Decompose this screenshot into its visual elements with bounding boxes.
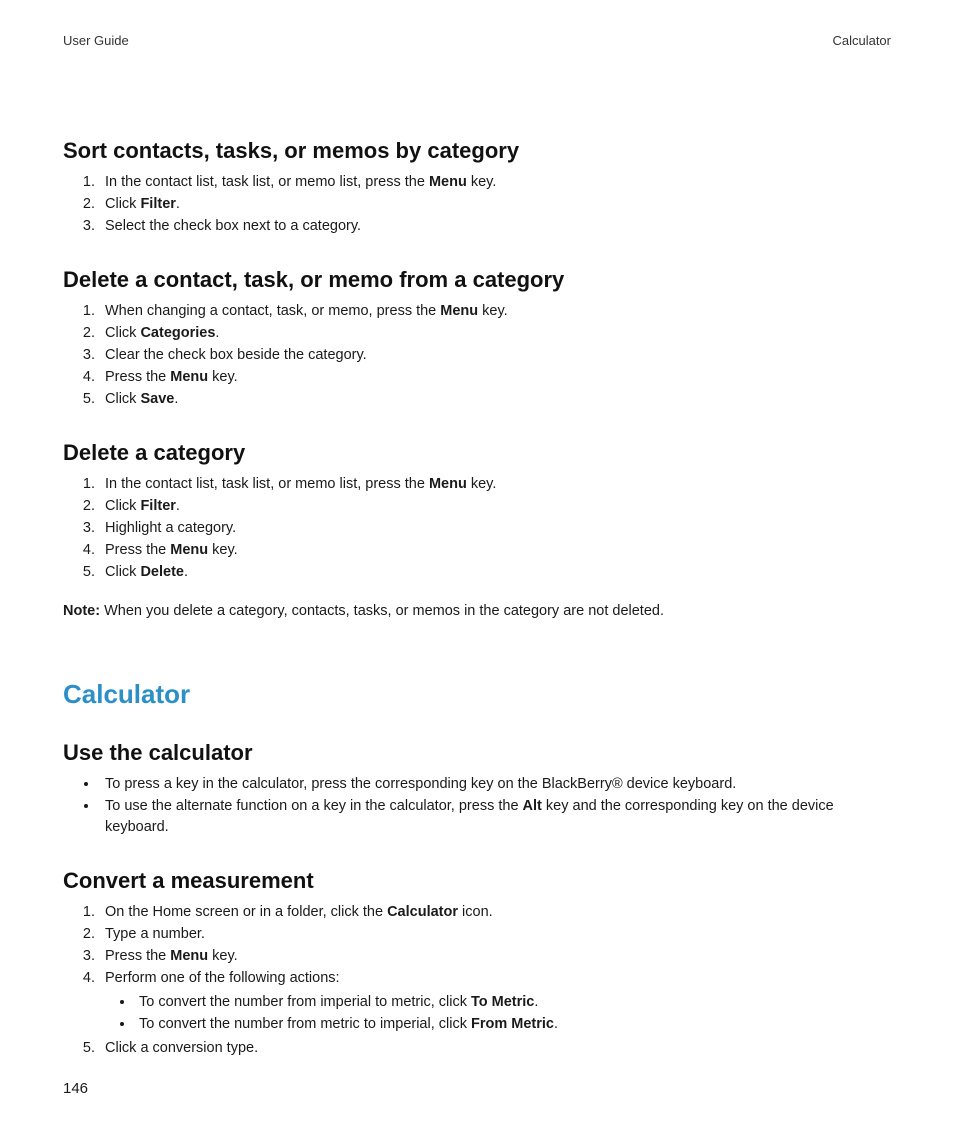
step-text: Select the check box next to a category. [105, 218, 361, 234]
note-delete-category: Note: When you delete a category, contac… [63, 603, 891, 619]
step-text: . [174, 391, 178, 407]
steps-delete-item: When changing a contact, task, or memo, … [63, 301, 891, 410]
step-item: In the contact list, task list, or memo … [99, 172, 891, 193]
step-bold: Delete [140, 564, 184, 580]
step-text: Type a number. [105, 926, 205, 942]
sub-text: To convert the number from imperial to m… [139, 994, 471, 1010]
step-item: Type a number. [99, 924, 891, 945]
sub-bullets-convert: To convert the number from imperial to m… [105, 992, 891, 1035]
step-text: key. [208, 948, 238, 964]
step-text: Press the [105, 542, 170, 558]
sub-bullet-item: To convert the number from imperial to m… [135, 992, 891, 1013]
step-text: Highlight a category. [105, 520, 236, 536]
step-text: Press the [105, 369, 170, 385]
step-bold: Save [140, 391, 174, 407]
step-text: key. [467, 174, 497, 190]
step-item: Highlight a category. [99, 518, 891, 539]
step-text: key. [208, 542, 238, 558]
header-left: User Guide [63, 33, 129, 48]
steps-sort: In the contact list, task list, or memo … [63, 172, 891, 237]
step-bold: Filter [140, 196, 175, 212]
step-bold: Menu [440, 303, 478, 319]
step-item: Click Save. [99, 389, 891, 410]
step-text: . [176, 498, 180, 514]
step-text: Click [105, 498, 140, 514]
section-title-use-calculator: Use the calculator [63, 740, 891, 766]
step-text: Perform one of the following actions: [105, 970, 340, 986]
step-text: . [184, 564, 188, 580]
step-text: When changing a contact, task, or memo, … [105, 303, 440, 319]
step-item: Click Categories. [99, 323, 891, 344]
section-title-convert: Convert a measurement [63, 868, 891, 894]
step-bold: Calculator [387, 904, 458, 920]
step-text: Click [105, 325, 140, 341]
step-text: icon. [458, 904, 493, 920]
steps-delete-category: In the contact list, task list, or memo … [63, 474, 891, 583]
step-bold: Menu [429, 476, 467, 492]
sub-text: To convert the number from metric to imp… [139, 1016, 471, 1032]
step-item: Click a conversion type. [99, 1038, 891, 1059]
step-item: Clear the check box beside the category. [99, 345, 891, 366]
bullet-item: To use the alternate function on a key i… [99, 796, 891, 838]
sub-bold: To Metric [471, 994, 534, 1010]
step-bold: Filter [140, 498, 175, 514]
step-bold: Categories [140, 325, 215, 341]
step-bold: Menu [170, 369, 208, 385]
major-title-calculator: Calculator [63, 679, 891, 710]
sub-text: . [534, 994, 538, 1010]
step-text: Click [105, 391, 140, 407]
step-item: Click Filter. [99, 194, 891, 215]
bullet-text: To press a key in the calculator, press … [105, 776, 736, 792]
note-text: When you delete a category, contacts, ta… [100, 603, 664, 619]
page-header: User Guide Calculator [63, 33, 891, 48]
sub-text: . [554, 1016, 558, 1032]
note-label: Note: [63, 603, 100, 619]
step-text: In the contact list, task list, or memo … [105, 174, 429, 190]
step-bold: Menu [170, 948, 208, 964]
page-number: 146 [63, 1080, 88, 1097]
bullets-use-calculator: To press a key in the calculator, press … [63, 774, 891, 838]
step-item: Press the Menu key. [99, 367, 891, 388]
step-text: key. [208, 369, 238, 385]
page-container: User Guide Calculator Sort contacts, tas… [0, 0, 954, 1145]
step-item: In the contact list, task list, or memo … [99, 474, 891, 495]
sub-bold: From Metric [471, 1016, 554, 1032]
step-item: Press the Menu key. [99, 540, 891, 561]
step-text: Click [105, 196, 140, 212]
step-text: Press the [105, 948, 170, 964]
step-item: Click Delete. [99, 562, 891, 583]
step-item: Select the check box next to a category. [99, 216, 891, 237]
section-title-delete-item: Delete a contact, task, or memo from a c… [63, 267, 891, 293]
step-text: . [215, 325, 219, 341]
bullet-bold: Alt [523, 798, 542, 814]
step-text: key. [467, 476, 497, 492]
step-text: Click a conversion type. [105, 1040, 258, 1056]
step-bold: Menu [429, 174, 467, 190]
step-text: Click [105, 564, 140, 580]
step-text: On the Home screen or in a folder, click… [105, 904, 387, 920]
header-right: Calculator [832, 33, 891, 48]
step-item: On the Home screen or in a folder, click… [99, 902, 891, 923]
step-text: Clear the check box beside the category. [105, 347, 367, 363]
bullet-item: To press a key in the calculator, press … [99, 774, 891, 795]
section-title-delete-category: Delete a category [63, 440, 891, 466]
step-text: In the contact list, task list, or memo … [105, 476, 429, 492]
section-title-sort: Sort contacts, tasks, or memos by catego… [63, 138, 891, 164]
step-item: Perform one of the following actions: To… [99, 968, 891, 1035]
step-text: key. [478, 303, 508, 319]
steps-convert: On the Home screen or in a folder, click… [63, 902, 891, 1059]
step-bold: Menu [170, 542, 208, 558]
sub-bullet-item: To convert the number from metric to imp… [135, 1014, 891, 1035]
step-item: Press the Menu key. [99, 946, 891, 967]
step-item: When changing a contact, task, or memo, … [99, 301, 891, 322]
bullet-text: To use the alternate function on a key i… [105, 798, 523, 814]
step-item: Click Filter. [99, 496, 891, 517]
step-text: . [176, 196, 180, 212]
